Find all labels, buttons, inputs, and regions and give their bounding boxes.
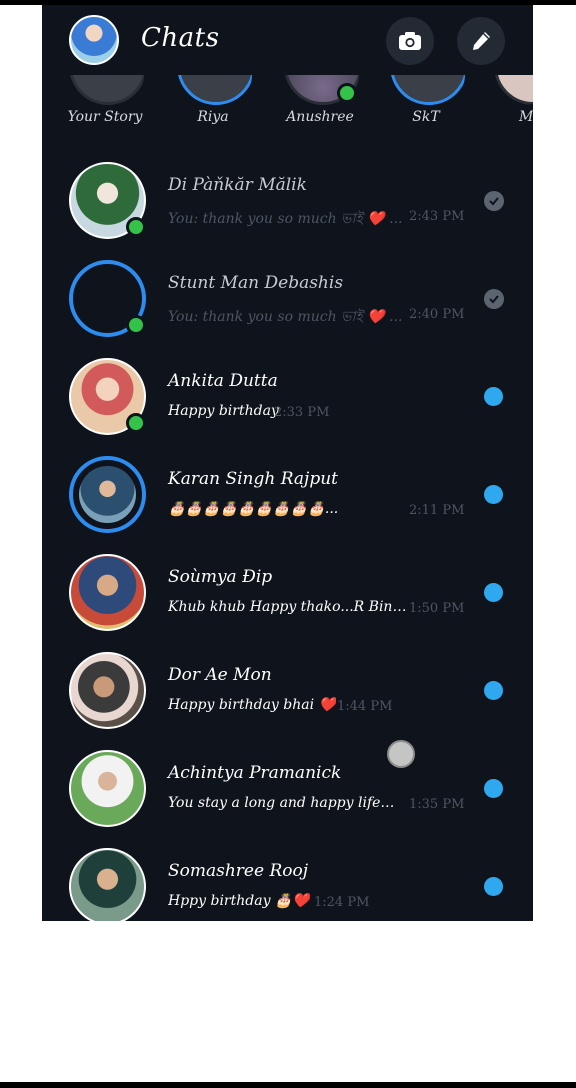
unread-dot-icon (484, 387, 503, 406)
unread-dot-icon (484, 583, 503, 602)
page-title: Chats (141, 23, 220, 53)
chat-row[interactable]: Somashree Rooj Hppy birthday 🎂❤️ 1:24 PM (42, 839, 533, 921)
online-indicator (126, 315, 146, 335)
chat-name: Stunt Man Debashis (168, 273, 344, 293)
unread-dot-icon (484, 779, 503, 798)
story-anushree[interactable]: Anushree (280, 75, 360, 125)
chat-preview: Happy birthday (168, 403, 279, 419)
chat-preview: Happy birthday bhai ❤️ (168, 697, 336, 713)
story-mo[interactable]: Mo (494, 75, 533, 125)
unread-dot-icon (484, 877, 503, 896)
compose-button[interactable] (457, 17, 505, 65)
chat-name: Dor Ae Mon (168, 665, 272, 685)
chat-preview: You stay a long and happy life😍... (168, 795, 408, 811)
chat-time: 1:50 PM (409, 601, 465, 616)
story-your-story[interactable]: Your Story (65, 75, 145, 125)
story-label: Anushree (286, 109, 354, 125)
chat-preview: You: thank you so much ভাই ❤️ ... (168, 309, 403, 325)
story-skt[interactable]: SkT (386, 75, 466, 125)
camera-icon (399, 32, 421, 50)
chat-time: 1:44 PM (337, 699, 393, 714)
story-label: Mo (519, 109, 533, 125)
app-header: Chats (42, 5, 533, 75)
avatar (69, 652, 146, 729)
story-riya[interactable]: Riya (173, 75, 253, 125)
chat-row[interactable]: Achintya Pramanick You stay a long and h… (42, 741, 533, 839)
chat-preview: Hppy birthday 🎂❤️ (168, 893, 310, 909)
touch-indicator (387, 740, 415, 768)
avatar (69, 848, 146, 921)
avatar (69, 554, 146, 631)
chat-preview: 🎂🎂🎂🎂🎂🎂🎂🎂🎂... (168, 501, 339, 517)
unread-dot-icon (484, 681, 503, 700)
chat-name: Ankita Dutta (168, 371, 278, 391)
chat-name: Somashree Rooj (168, 861, 309, 881)
chat-preview: Khub khub Happy thako...R Bindass ... (168, 599, 408, 615)
avatar (69, 750, 146, 827)
chat-row[interactable]: Karan Singh Rajput 🎂🎂🎂🎂🎂🎂🎂🎂🎂... 2:11 PM (42, 447, 533, 545)
online-indicator (337, 83, 357, 103)
read-status-icon (484, 289, 504, 309)
chat-time: 2:40 PM (409, 307, 465, 322)
chat-name: Di Pàňkăr Mălik (168, 175, 307, 195)
online-indicator (126, 217, 146, 237)
chat-row[interactable]: Soùmya Đip Khub khub Happy thako...R Bin… (42, 545, 533, 643)
chat-name: Soùmya Đip (168, 567, 273, 587)
chat-row[interactable]: Di Pàňkăr Mălik You: thank you so much ভ… (42, 153, 533, 251)
chat-preview: You: thank you so much ভাই ❤️ ... (168, 211, 403, 227)
chat-time: 2:33 PM (274, 405, 330, 420)
chat-time: 2:43 PM (409, 209, 465, 224)
stories-row: Your Story Riya Anushree SkT Mo (42, 75, 533, 135)
avatar (69, 456, 146, 533)
chat-time: 1:35 PM (409, 797, 465, 812)
chat-row[interactable]: Ankita Dutta Happy birthday 2:33 PM (42, 349, 533, 447)
online-indicator (126, 413, 146, 433)
chat-name: Karan Singh Rajput (168, 469, 338, 489)
camera-button[interactable] (386, 17, 434, 65)
chat-time: 1:24 PM (314, 895, 370, 910)
chat-row[interactable]: Dor Ae Mon Happy birthday bhai ❤️ 1:44 P… (42, 643, 533, 741)
chat-time: 2:11 PM (409, 503, 465, 518)
unread-dot-icon (484, 485, 503, 504)
story-label: Your Story (67, 109, 143, 125)
messenger-screen: Chats Your Story Riya Anushree SkT M Di … (42, 5, 533, 921)
bottom-black-bar (0, 1082, 576, 1088)
story-label: SkT (412, 109, 440, 125)
read-status-icon (484, 191, 504, 211)
profile-avatar[interactable] (69, 15, 119, 65)
story-label: Riya (197, 109, 229, 125)
pencil-icon (473, 32, 490, 50)
chat-name: Achintya Pramanick (168, 763, 342, 783)
chat-row[interactable]: Stunt Man Debashis You: thank you so muc… (42, 251, 533, 349)
